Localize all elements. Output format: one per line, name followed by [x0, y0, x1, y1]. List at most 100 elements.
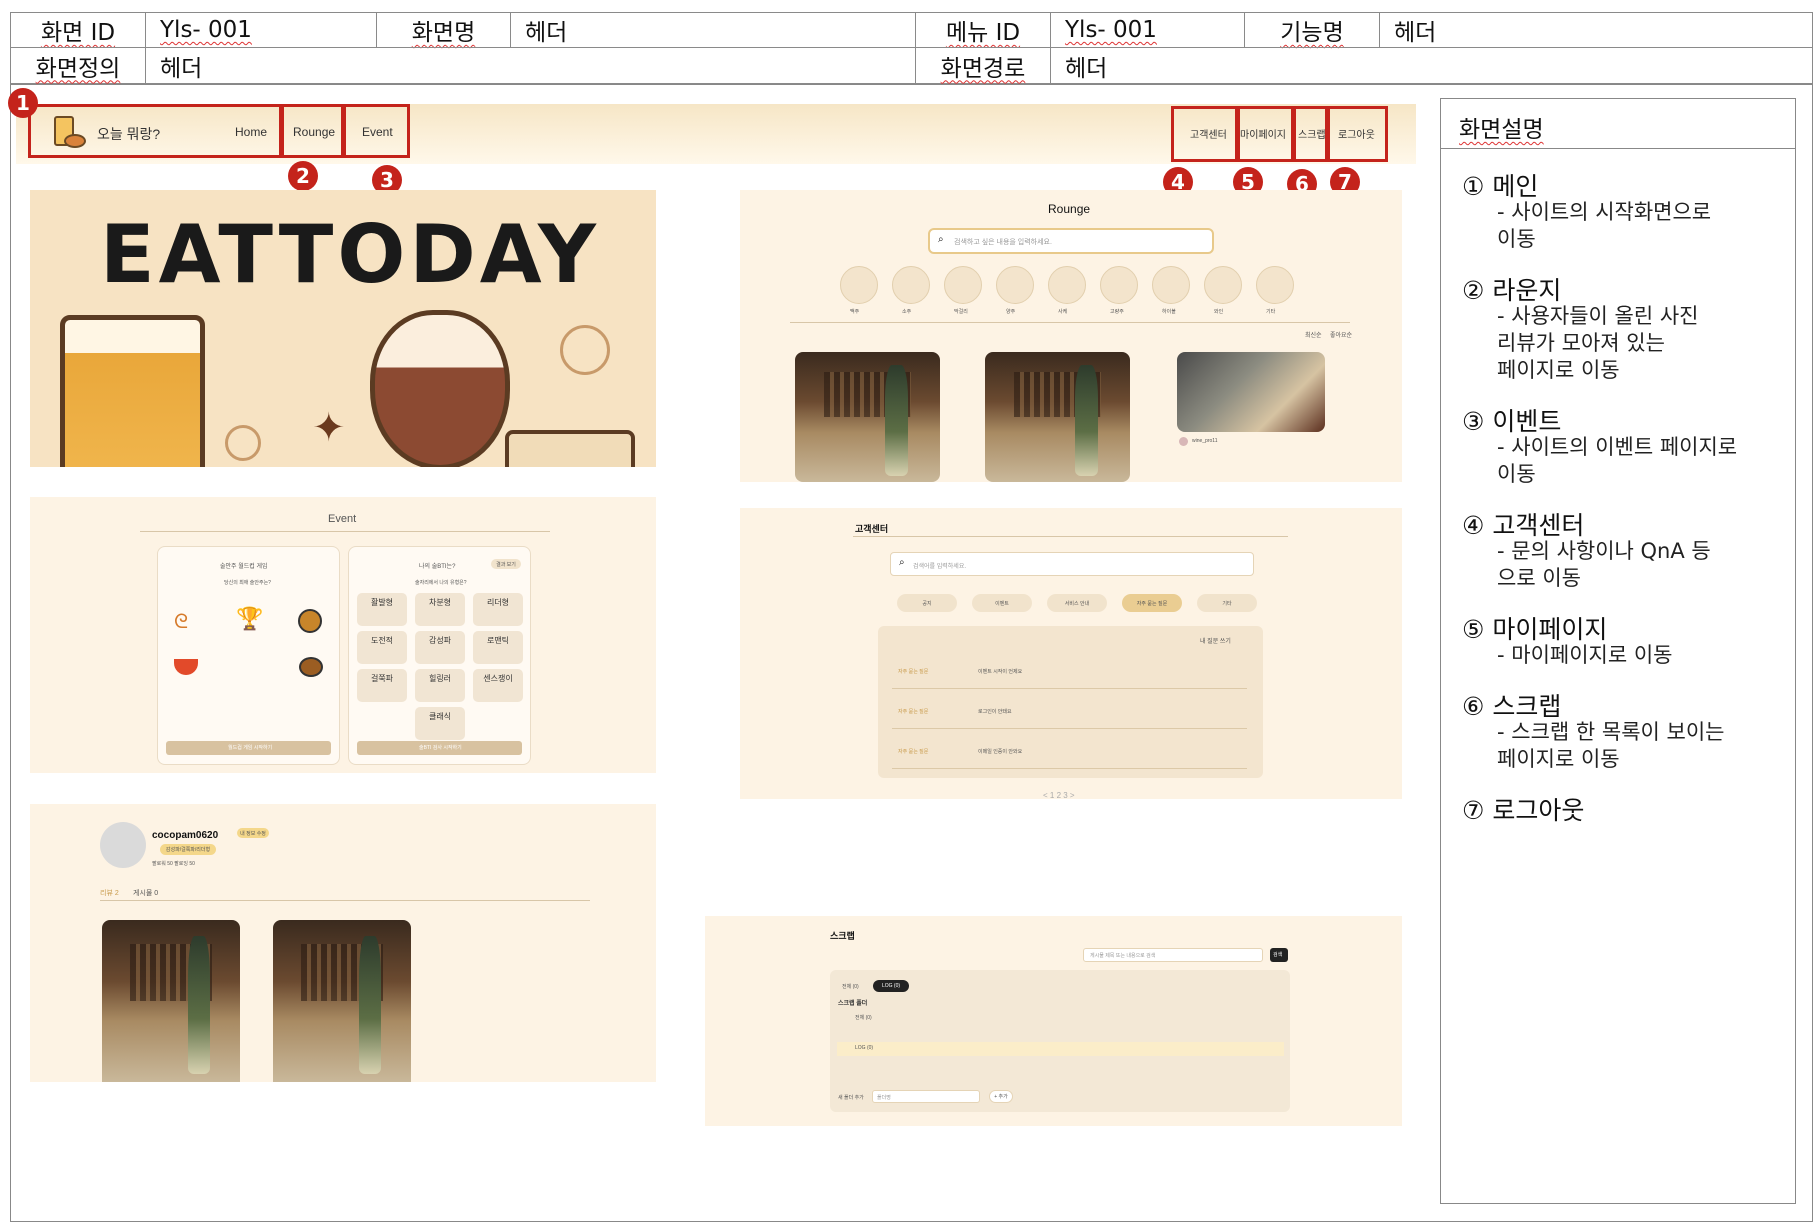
mbti-tag[interactable]: 결과 보기	[491, 559, 521, 569]
scrap-filter-all[interactable]: 전체 (0)	[842, 983, 859, 990]
category-label: 사케	[1058, 309, 1068, 315]
category-icon[interactable]	[996, 266, 1034, 304]
category-label: 하이볼	[1162, 309, 1176, 315]
highlight-main	[28, 104, 282, 158]
description-item-title: ③ 이벤트	[1462, 402, 1561, 438]
support-tab[interactable]: 기타	[1197, 594, 1257, 612]
rounge-preview: Rounge ⌕ 검색하고 싶은 내용을 입력하세요. 맥주 소주 막걸리 양주 사케 고…	[740, 190, 1402, 482]
support-tab[interactable]: 자주 묻는 질문	[1122, 594, 1182, 612]
swirl-icon	[560, 325, 610, 375]
search-icon: ⌕	[938, 234, 944, 245]
function-name-value: 헤더	[1379, 12, 1813, 48]
category-icon[interactable]	[1100, 266, 1138, 304]
mbti-title: 나의 술BTI는?	[419, 564, 456, 570]
support-search-box[interactable]: ⌕ 검색어를 입력하세요.	[890, 552, 1254, 576]
add-folder-button[interactable]: + 추가	[989, 1090, 1013, 1103]
mbti-type-tile[interactable]: 센스쟁이	[473, 669, 523, 702]
scrap-filter-selected[interactable]: LOG (0)	[873, 980, 909, 992]
mbti-type-tile[interactable]: 로맨틱	[473, 631, 523, 664]
function-name-label: 기능명	[1244, 12, 1380, 48]
mbti-type-tile[interactable]: 걸쭉파	[357, 669, 407, 702]
tab-post[interactable]: 게시물 0	[133, 888, 158, 898]
chicken-icon	[299, 657, 323, 677]
description-item-line: - 사용자들이 올린 사진	[1497, 304, 1699, 328]
description-item-title: ① 메인	[1462, 167, 1538, 203]
mbti-type-tile[interactable]: 차분형	[415, 593, 465, 626]
review-photo-2[interactable]	[273, 920, 411, 1082]
mbti-type-tile[interactable]: 활발형	[357, 593, 407, 626]
scrap-search-button[interactable]: 검색	[1270, 948, 1288, 962]
new-folder-label: 새 폴더 추가	[838, 1095, 864, 1101]
mypage-preview: cocopam0620 내 정보 수정 감성파/걸쭉파/리더형 팔로워 50 팔…	[30, 804, 656, 1082]
description-item-number: ②	[1462, 276, 1485, 305]
divider	[790, 322, 1350, 323]
mbti-type-tile[interactable]: 도전적	[357, 631, 407, 664]
category-icon[interactable]	[892, 266, 930, 304]
shrimp-icon: ᘓ	[174, 609, 189, 633]
divider	[892, 768, 1247, 769]
badge-2: 2	[288, 161, 318, 191]
support-tab[interactable]: 서비스 안내	[1047, 594, 1107, 612]
rounge-photo-3[interactable]	[1177, 352, 1325, 432]
rounge-search-box[interactable]: ⌕ 검색하고 싶은 내용을 입력하세요.	[928, 228, 1214, 254]
support-tab[interactable]: 이벤트	[972, 594, 1032, 612]
highlight-event	[343, 104, 410, 158]
description-item-label: 스크랩	[1484, 692, 1562, 721]
mbti-type-tile[interactable]: 감성파	[415, 631, 465, 664]
event-preview: Event 술안주 월드컵 게임 당신의 최애 술안주는? ᘓ 🏆 월드컵 게임…	[30, 497, 656, 773]
category-icon[interactable]	[840, 266, 878, 304]
scrap-folder-title: 스크랩 폴더	[838, 1001, 868, 1007]
description-item-line: 이동	[1497, 462, 1536, 486]
scrap-folder-2[interactable]: LOG (0)	[855, 1045, 873, 1051]
description-item-label: 라운지	[1484, 276, 1562, 305]
description-item-line: 으로 이동	[1497, 566, 1581, 590]
question-title[interactable]: 로그인이 안돼요	[978, 708, 1012, 715]
rounge-photo-2[interactable]	[985, 352, 1130, 482]
mbti-type-tile[interactable]: 힐링러	[415, 669, 465, 702]
pagination[interactable]: < 1 2 3 >	[1043, 791, 1075, 800]
description-item-number: ④	[1462, 511, 1485, 540]
category-icon[interactable]	[1256, 266, 1294, 304]
mbti-type-tile[interactable]: 클래식	[415, 707, 465, 740]
sparkle-icon: ✦	[312, 405, 346, 451]
rounge-photo-1[interactable]	[795, 352, 940, 482]
question-category: 자주 묻는 질문	[898, 709, 929, 715]
sort-latest[interactable]: 최신순	[1305, 330, 1322, 339]
question-category: 자주 묻는 질문	[898, 669, 929, 675]
screen-path-label: 화면경로	[915, 47, 1051, 84]
my-question-button[interactable]: 내 질문 쓰기	[1200, 636, 1231, 645]
description-item-line: 페이지로 이동	[1497, 747, 1620, 771]
description-item-line: 리뷰가 모아져 있는	[1497, 331, 1665, 355]
mbti-button[interactable]: 술BTI 검사 시작하기	[357, 741, 522, 755]
divider	[892, 728, 1247, 729]
support-tab[interactable]: 공지	[897, 594, 957, 612]
mbti-type-tile[interactable]: 리더형	[473, 593, 523, 626]
category-label: 소주	[902, 309, 912, 315]
tab-review[interactable]: 리뷰 2	[100, 888, 119, 898]
description-item-line: 페이지로 이동	[1497, 358, 1620, 382]
category-icon[interactable]	[1152, 266, 1190, 304]
category-icon[interactable]	[1048, 266, 1086, 304]
new-folder-input[interactable]: 폴더명	[872, 1090, 980, 1103]
scrap-folder-1[interactable]: 전체 (0)	[855, 1014, 872, 1021]
category-icon[interactable]	[1204, 266, 1242, 304]
category-label: 막걸리	[954, 309, 968, 315]
worldcup-sub: 당신의 최애 술안주는?	[224, 580, 271, 586]
small-glass-icon	[505, 430, 635, 467]
mbti-sub: 술자리에서 나의 유형은?	[415, 580, 467, 586]
profile-avatar	[100, 822, 146, 868]
screen-def-value: 헤더	[145, 47, 916, 84]
divider	[100, 900, 590, 901]
scrap-folder-row[interactable]	[837, 1042, 1284, 1056]
worldcup-button[interactable]: 월드컵 게임 시작하기	[166, 741, 331, 755]
trophy-icon: 🏆	[236, 607, 264, 632]
screen-def-label: 화면정의	[10, 47, 146, 84]
category-icon[interactable]	[944, 266, 982, 304]
review-photo-1[interactable]	[102, 920, 240, 1082]
scrap-search-box[interactable]: 게시물 제목 또는 내용으로 검색	[1083, 948, 1263, 962]
question-title[interactable]: 이메일 인증이 안와요	[978, 748, 1022, 755]
question-title[interactable]: 이벤트 시작이 언제요	[978, 668, 1022, 675]
profile-edit-tag[interactable]: 내 정보 수정	[237, 828, 269, 838]
sort-likes[interactable]: 좋아요순	[1330, 330, 1352, 339]
scrap-title: 스크랩	[830, 931, 855, 941]
